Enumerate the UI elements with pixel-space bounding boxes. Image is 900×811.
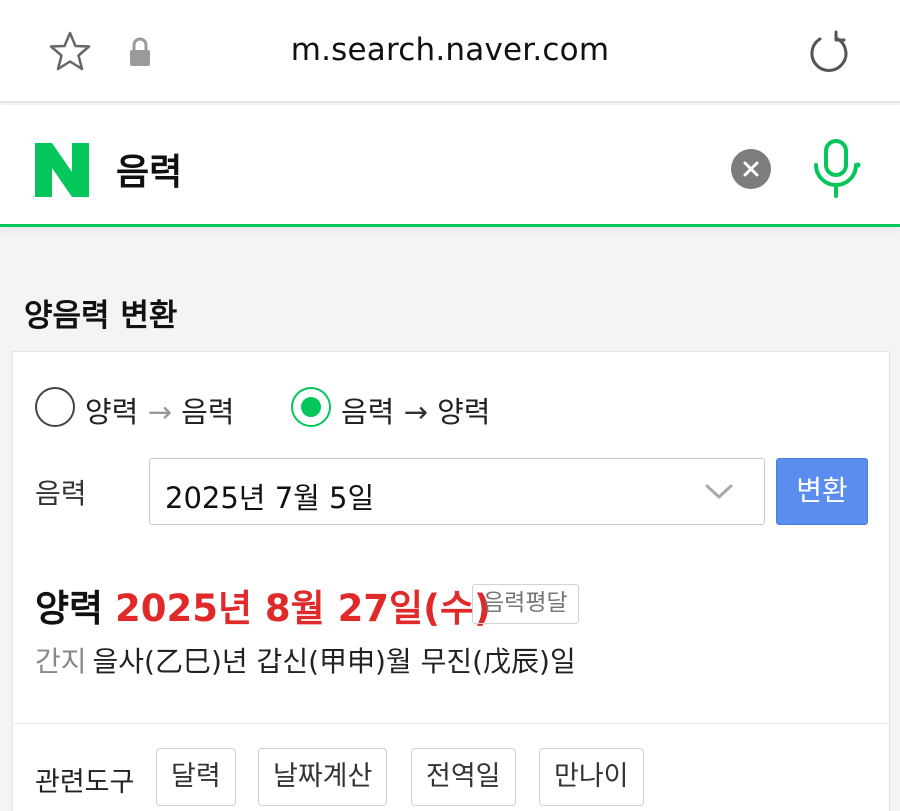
radio-to: 음력 bbox=[181, 395, 235, 429]
naver-logo-icon[interactable] bbox=[35, 143, 89, 197]
browser-address-bar: m.search.naver.com bbox=[0, 0, 900, 103]
lunar-month-badge: 음력평달 bbox=[472, 584, 579, 624]
radio-label: 양력 → 음력 bbox=[85, 389, 235, 431]
converter-card: 양력 → 음력 음력 → 양력 음력 2025년 7월 5일 변환 양력 202… bbox=[12, 351, 890, 811]
url-text[interactable]: m.search.naver.com bbox=[0, 32, 900, 68]
radio-from: 음력 bbox=[341, 395, 395, 429]
tool-chip-age[interactable]: 만나이 bbox=[539, 748, 644, 806]
search-input[interactable]: 음력 bbox=[116, 143, 182, 195]
convert-button[interactable]: 변환 bbox=[776, 458, 868, 525]
result-row: 양력 2025년 8월 27일(수) 음력평달 bbox=[35, 578, 875, 630]
date-select[interactable]: 2025년 7월 5일 bbox=[149, 458, 765, 525]
date-input-label: 음력 bbox=[35, 477, 87, 510]
result-label: 양력 bbox=[35, 587, 104, 630]
radio-to: 양력 bbox=[437, 395, 491, 429]
search-bar: 음력 bbox=[0, 105, 900, 227]
ganji-row: 간지 을사(乙巳)년 갑신(甲申)월 무진(戊辰)일 bbox=[35, 640, 576, 680]
converter-title: 양음력 변환 bbox=[24, 298, 178, 334]
radio-button[interactable] bbox=[35, 387, 75, 427]
radio-from: 양력 bbox=[85, 395, 139, 429]
chevron-down-icon bbox=[705, 484, 733, 499]
clear-search-button[interactable] bbox=[731, 149, 771, 189]
date-select-value: 2025년 7월 5일 bbox=[165, 481, 375, 515]
ganji-label: 간지 bbox=[35, 645, 87, 678]
reload-icon[interactable] bbox=[806, 30, 852, 76]
radio-button-selected[interactable] bbox=[291, 387, 331, 427]
related-tools: 관련도구 달력 날짜계산 전역일 만나이 bbox=[35, 748, 875, 806]
arrow-icon: → bbox=[403, 395, 428, 429]
microphone-icon[interactable] bbox=[811, 139, 861, 199]
arrow-icon: → bbox=[147, 395, 172, 429]
tool-chip-discharge-date[interactable]: 전역일 bbox=[411, 748, 516, 806]
tool-chip-calendar[interactable]: 달력 bbox=[156, 748, 236, 806]
divider bbox=[13, 723, 889, 724]
ganji-value: 을사(乙巳)년 갑신(甲申)월 무진(戊辰)일 bbox=[92, 645, 576, 678]
radio-label: 음력 → 양력 bbox=[341, 389, 491, 431]
related-tools-label: 관련도구 bbox=[35, 767, 135, 798]
result-date: 2025년 8월 27일(수) bbox=[115, 587, 491, 630]
tool-chip-date-calc[interactable]: 날짜계산 bbox=[258, 748, 388, 806]
conversion-mode-radio-group: 양력 → 음력 음력 → 양력 bbox=[35, 387, 635, 429]
close-icon bbox=[743, 161, 759, 177]
